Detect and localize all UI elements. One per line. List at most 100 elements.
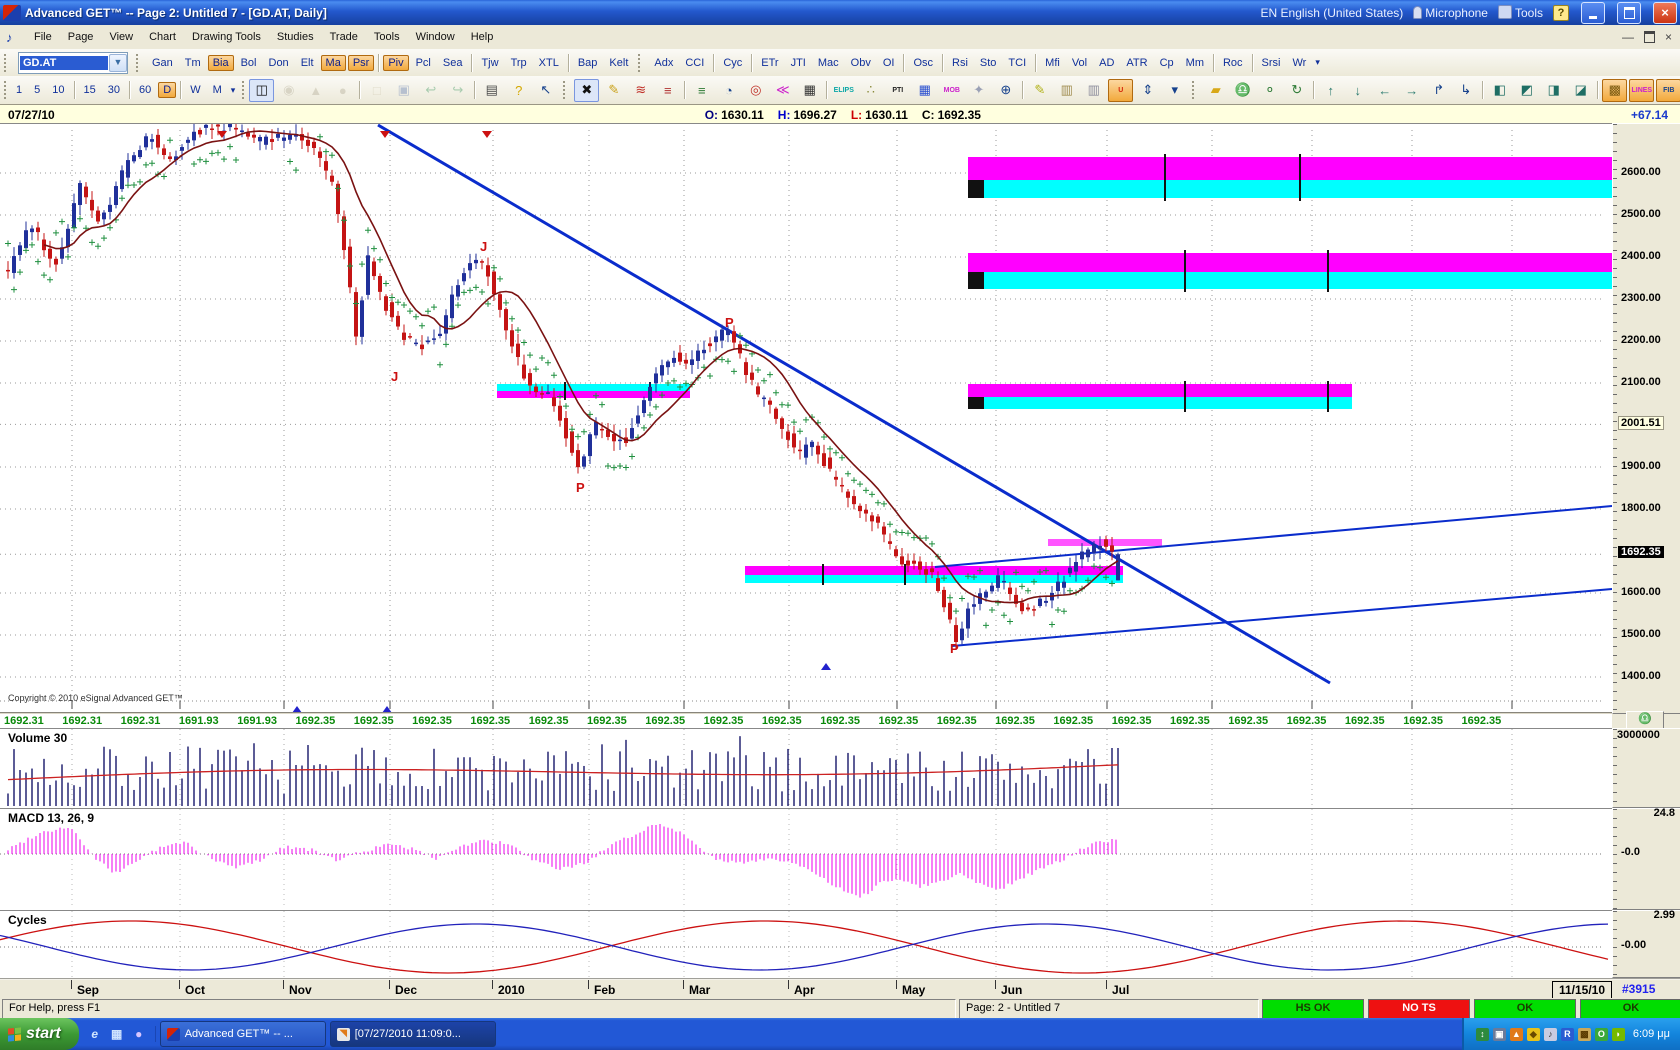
symbol-dropdown-icon[interactable]: ▼ (109, 54, 127, 72)
menu-help[interactable]: Help (463, 28, 502, 46)
back-icon[interactable]: ↩ (418, 79, 443, 102)
macd-canvas[interactable] (0, 809, 1612, 909)
context-help-icon[interactable]: ↖ (533, 79, 558, 102)
indicators-overflow-icon[interactable]: ▾ (1312, 57, 1323, 68)
hand-drag-icon[interactable]: ✦ (966, 79, 991, 102)
timeframe-m-button[interactable]: M (208, 82, 227, 98)
toolbar-grip[interactable] (563, 81, 569, 99)
timeframe-w-button[interactable]: W (185, 82, 205, 98)
menu-page[interactable]: Page (60, 28, 102, 46)
indicator-roc-button[interactable]: Roc (1218, 55, 1248, 71)
compress-horizontal-icon[interactable]: ◧ (1487, 79, 1512, 102)
study-gan-button[interactable]: Gan (147, 55, 178, 71)
forward-icon[interactable]: ↪ (445, 79, 470, 102)
print-icon[interactable]: ▤ (479, 79, 504, 102)
timeframe-5-button[interactable]: 5 (29, 82, 45, 98)
study-elt-button[interactable]: Elt (296, 55, 319, 71)
study-piv-button[interactable]: Piv (383, 55, 408, 71)
cycles-canvas[interactable] (0, 911, 1612, 977)
gann-grid-icon[interactable]: ▦ (797, 79, 822, 102)
menu-studies[interactable]: Studies (269, 28, 322, 46)
menu-view[interactable]: View (101, 28, 141, 46)
study-bol-button[interactable]: Bol (236, 55, 262, 71)
show-desktop-icon[interactable]: ▦ (109, 1026, 125, 1042)
indicator-rsi-button[interactable]: Rsi (947, 55, 973, 71)
last-date-box[interactable]: 11/15/10 (1552, 981, 1612, 999)
fib-display-icon[interactable]: FIB (1656, 79, 1680, 102)
language-bar[interactable]: EN English (United States) Microphone To… (1261, 2, 1680, 24)
zoom-icon[interactable]: ⊕ (993, 79, 1018, 102)
mdi-minimize-icon[interactable]: — (1622, 30, 1634, 44)
mob-study-icon[interactable]: MOB (939, 79, 964, 102)
microphone-button[interactable]: Microphone (1413, 6, 1488, 20)
help-icon[interactable]: ? (506, 79, 531, 102)
dotted-grid-icon[interactable]: ▩ (1602, 79, 1627, 102)
cycles-axis[interactable]: 2.99 -0.00 (1612, 910, 1680, 978)
toolbar-grip[interactable] (4, 54, 10, 72)
volume-axis[interactable]: 3000000 (1612, 728, 1680, 808)
indicator-sto-button[interactable]: Sto (975, 55, 1002, 71)
toolbar-grip[interactable] (1192, 81, 1198, 99)
study-don-button[interactable]: Don (264, 55, 294, 71)
taskbar-clock[interactable]: 6:09 μμ (1633, 1028, 1670, 1040)
volume-canvas[interactable] (0, 729, 1612, 807)
task-button-1[interactable]: ◥[07/27/2010 11:09:0... (330, 1021, 496, 1047)
study-xtl-button[interactable]: XTL (534, 55, 564, 71)
study-sea-button[interactable]: Sea (438, 55, 468, 71)
indicator-cyc-button[interactable]: Cyc (718, 55, 747, 71)
compress-vertical-icon[interactable]: ◨ (1541, 79, 1566, 102)
volume-speaker-icon[interactable]: ♪ (1544, 1028, 1557, 1041)
refresh-icon[interactable]: ↻ (1284, 79, 1309, 102)
split-adjust-icon[interactable]: ⇕ (1135, 79, 1160, 102)
indicator-ad-button[interactable]: AD (1094, 55, 1119, 71)
langbar-tools-button[interactable]: Tools (1498, 5, 1543, 20)
channel-tool-icon[interactable]: ≡ (655, 79, 680, 102)
minimize-button[interactable] (1581, 2, 1605, 24)
timeframe-overflow-icon[interactable]: ▾ (228, 85, 239, 96)
indicator-wr-button[interactable]: Wr (1288, 55, 1312, 71)
area-select-icon[interactable]: ▲ (303, 79, 328, 102)
regression-trend-icon[interactable]: ≡ (689, 79, 714, 102)
security-shield-icon[interactable]: ◆ (1527, 1028, 1540, 1041)
photo-app-icon[interactable]: ▩ (1578, 1028, 1591, 1041)
mdi-close-icon[interactable]: × (1665, 30, 1672, 44)
study-pcl-button[interactable]: Pcl (411, 55, 436, 71)
step-back-icon[interactable]: ↳ (1453, 79, 1478, 102)
network-activity-icon[interactable]: ↕ (1476, 1028, 1489, 1041)
indicator-atr-button[interactable]: ATR (1121, 55, 1152, 71)
page-grid-icon[interactable]: ▥ (1054, 79, 1079, 102)
chart-type-icon[interactable]: ◫ (249, 79, 274, 102)
pti-study-icon[interactable]: PTI (885, 79, 910, 102)
indicator-jti-button[interactable]: JTI (786, 55, 811, 71)
indicator-obv-button[interactable]: Obv (846, 55, 876, 71)
symbol-value[interactable]: GD.AT (20, 56, 108, 70)
toolbar-grip[interactable] (136, 54, 142, 72)
indicator-adx-button[interactable]: Adx (649, 55, 678, 71)
update-alert-icon[interactable]: ▲ (1510, 1028, 1523, 1041)
snap-mode-icon[interactable]: ✖ (574, 79, 599, 102)
pan-down-icon[interactable]: ↓ (1345, 79, 1370, 102)
lines-display-icon[interactable]: LINES (1629, 79, 1654, 102)
ellipse-study-icon[interactable]: ELIPS (831, 79, 856, 102)
remote-access-icon[interactable]: R (1561, 1028, 1574, 1041)
display-settings-icon[interactable]: ▣ (1493, 1028, 1506, 1041)
andrews-pitchfork-icon[interactable]: ∴ (858, 79, 883, 102)
nvidia-settings-icon[interactable]: ◗ (1612, 1028, 1625, 1041)
language-indicator[interactable]: EN English (United States) (1261, 6, 1404, 20)
pan-up-icon[interactable]: ↑ (1318, 79, 1343, 102)
scales-icon[interactable]: ♎ (1230, 79, 1255, 102)
toolbar-grip[interactable] (242, 81, 244, 99)
timeframe-15-button[interactable]: 15 (79, 82, 101, 98)
timeframe-30-button[interactable]: 30 (103, 82, 125, 98)
internet-explorer-icon[interactable]: e (87, 1026, 103, 1042)
menu-file[interactable]: File (26, 28, 60, 46)
close-button[interactable]: × (1653, 2, 1677, 24)
indicator-srsi-button[interactable]: Srsi (1257, 55, 1286, 71)
options-icon[interactable]: O (1257, 79, 1282, 102)
gann-fan-icon[interactable]: ≪ (770, 79, 795, 102)
symbol-combobox[interactable]: GD.AT ▼ (18, 52, 128, 74)
price-chart-canvas[interactable]: JJPPP (0, 124, 1612, 713)
indicator-tci-button[interactable]: TCI (1003, 55, 1031, 71)
toolbar-grip[interactable] (4, 81, 6, 99)
toolbar-overflow-icon[interactable]: ▾ (1162, 79, 1187, 102)
